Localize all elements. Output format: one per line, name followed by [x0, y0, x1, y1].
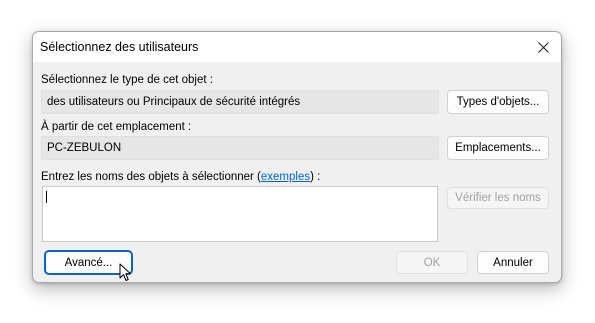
location-value: PC-ZEBULON: [47, 142, 122, 154]
object-type-value: des utilisateurs ou Principaux de sécuri…: [47, 96, 301, 108]
object-type-field: des utilisateurs ou Principaux de sécuri…: [41, 90, 439, 114]
text-caret: [46, 191, 47, 203]
ok-button-label: OK: [423, 256, 441, 269]
title-bar: Sélectionnez des utilisateurs: [33, 32, 561, 62]
cancel-button-label: Annuler: [493, 256, 533, 269]
locations-button[interactable]: Emplacements...: [447, 136, 549, 160]
location-field: PC-ZEBULON: [41, 136, 439, 160]
check-names-button[interactable]: Vérifier les noms: [447, 187, 549, 209]
locations-button-label: Emplacements...: [455, 142, 541, 154]
cancel-button[interactable]: Annuler: [477, 251, 549, 274]
location-label: À partir de cet emplacement :: [41, 121, 192, 133]
object-type-label: Sélectionnez le type de cet objet :: [41, 74, 213, 86]
select-users-dialog: Sélectionnez des utilisateurs Sélectionn…: [32, 31, 562, 283]
mouse-pointer-icon: [119, 263, 131, 281]
examples-link[interactable]: exemples: [261, 171, 310, 183]
close-button[interactable]: [525, 32, 561, 62]
object-names-input[interactable]: [42, 186, 438, 242]
close-icon: [537, 41, 549, 53]
names-label: Entrez les noms des objets à sélectionne…: [41, 171, 320, 183]
check-names-button-label: Vérifier les noms: [455, 192, 541, 204]
names-label-prefix: Entrez les noms des objets à sélectionne…: [41, 171, 261, 183]
object-types-button[interactable]: Types d'objets...: [447, 90, 549, 114]
dialog-title: Sélectionnez des utilisateurs: [40, 40, 199, 54]
ok-button[interactable]: OK: [396, 251, 468, 274]
object-types-button-label: Types d'objets...: [456, 96, 540, 108]
names-label-suffix: ) :: [310, 171, 321, 183]
advanced-button-label: Avancé...: [64, 256, 113, 269]
